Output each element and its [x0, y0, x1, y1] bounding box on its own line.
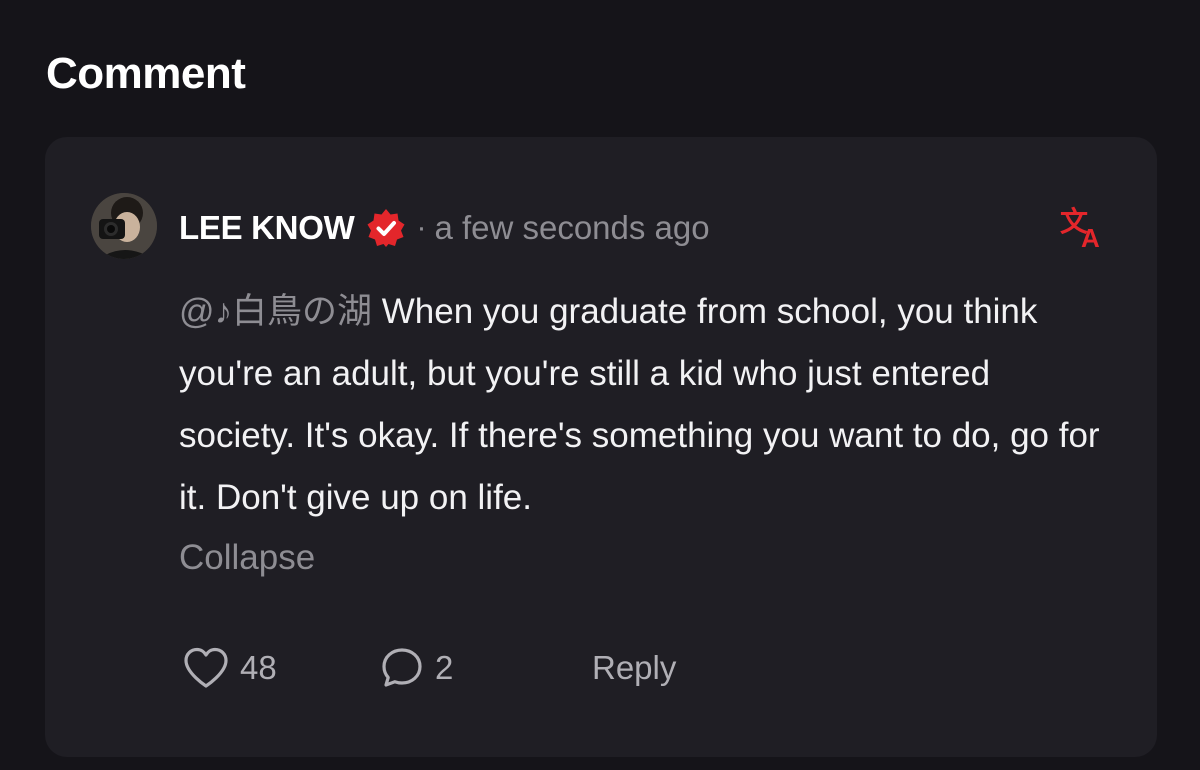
collapse-button[interactable]: Collapse [179, 533, 315, 583]
mention-link[interactable]: @♪白鳥の湖 [179, 292, 372, 331]
timestamp: a few seconds ago [434, 209, 710, 246]
comment-text: @♪白鳥の湖 When you graduate from school, yo… [179, 281, 1109, 529]
comment-bubble-icon [379, 645, 425, 691]
reply-button[interactable]: Reply [592, 643, 676, 693]
page-title: Comment [46, 49, 246, 98]
translate-icon[interactable]: 文 A [1059, 201, 1109, 253]
comments-button[interactable]: 2 [379, 643, 453, 693]
reply-count: 2 [435, 649, 454, 686]
like-button[interactable]: 48 [182, 643, 277, 693]
separator-dot: · [416, 211, 427, 244]
comment-header: LEE KNOW · a few seconds ago [179, 205, 710, 251]
avatar[interactable] [91, 193, 157, 259]
username[interactable]: LEE KNOW [179, 209, 355, 247]
verified-badge-icon [364, 206, 408, 250]
comment-card: LEE KNOW · a few seconds ago 文 A @♪白鳥の湖 … [45, 137, 1157, 757]
comment-actions: 48 2 Reply [182, 643, 1082, 693]
svg-text:A: A [1081, 223, 1100, 251]
like-count: 48 [240, 649, 277, 686]
avatar-image [91, 193, 157, 259]
heart-icon [182, 646, 230, 690]
